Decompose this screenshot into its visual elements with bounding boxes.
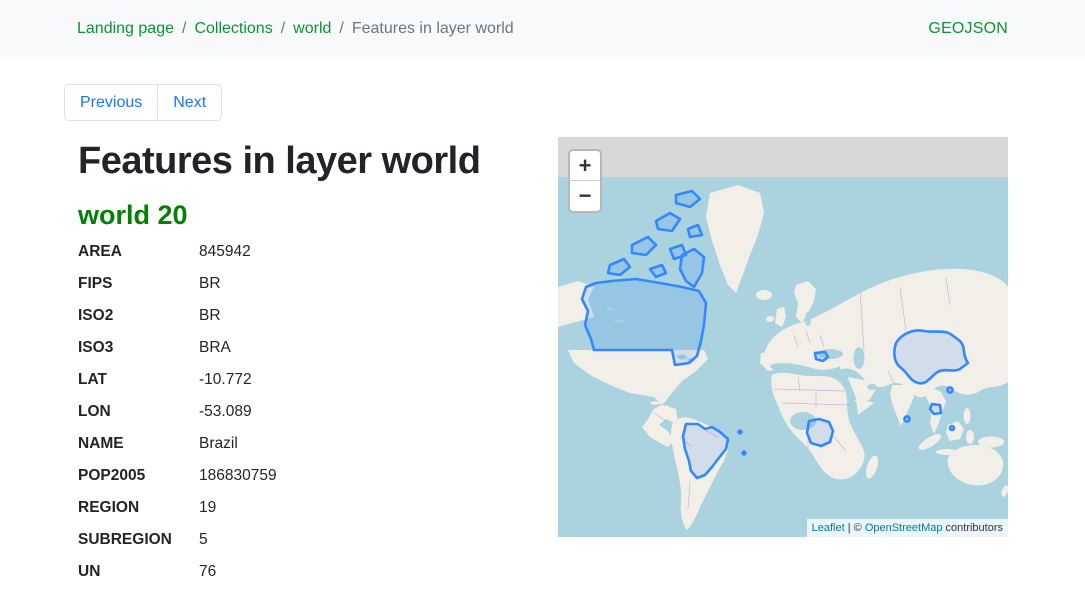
breadcrumb-collections[interactable]: Collections — [194, 20, 272, 38]
table-row: FIPSBR — [78, 275, 528, 307]
property-value: 5 — [199, 531, 208, 549]
breadcrumb: Landing page / Collections / world / Fea… — [77, 20, 514, 38]
property-label: POP2005 — [78, 467, 199, 485]
breadcrumb-current-page: Features in layer world — [352, 20, 514, 38]
table-row: LAT-10.772 — [78, 371, 528, 403]
property-label: NAME — [78, 435, 199, 453]
property-label: ISO3 — [78, 339, 199, 357]
table-row: ISO3BRA — [78, 339, 528, 371]
table-row: POP2005186830759 — [78, 467, 528, 499]
openstreetmap-link[interactable]: OpenStreetMap — [865, 522, 943, 534]
property-label: LON — [78, 403, 199, 421]
map-zoom-control: + − — [568, 149, 602, 213]
breadcrumb-separator: / — [182, 20, 186, 38]
page-title: Features in layer world — [78, 140, 528, 182]
feature-id-heading: world 20 — [78, 200, 528, 231]
top-bar: Landing page / Collections / world / Fea… — [0, 0, 1085, 57]
breadcrumb-separator: / — [281, 20, 285, 38]
property-value: -10.772 — [199, 371, 252, 389]
table-row: LON-53.089 — [78, 403, 528, 435]
property-value: 186830759 — [199, 467, 277, 485]
attribution-separator: | — [845, 522, 854, 534]
property-label: LAT — [78, 371, 199, 389]
property-label: FIPS — [78, 275, 199, 293]
property-value: 19 — [199, 499, 216, 517]
property-value: BR — [199, 275, 221, 293]
property-value: BRA — [199, 339, 231, 357]
table-row: AREA845942 — [78, 243, 528, 275]
table-row: REGION19 — [78, 499, 528, 531]
property-value: BR — [199, 307, 221, 325]
feature-properties-table: AREA845942 FIPSBR ISO2BR ISO3BRA LAT-10.… — [78, 243, 528, 595]
map-attribution: Leaflet | © OpenStreetMap contributors — [807, 519, 1008, 537]
property-value: 76 — [199, 563, 216, 581]
property-value: 845942 — [199, 243, 251, 261]
leaflet-link[interactable]: Leaflet — [812, 522, 845, 534]
property-label: SUBREGION — [78, 531, 199, 549]
property-value: -53.089 — [199, 403, 252, 421]
breadcrumb-separator: / — [339, 20, 343, 38]
attribution-suffix: contributors — [942, 522, 1003, 534]
table-row: SUBREGION5 — [78, 531, 528, 563]
table-row: ISO2BR — [78, 307, 528, 339]
previous-button[interactable]: Previous — [64, 84, 158, 121]
next-button[interactable]: Next — [158, 84, 222, 121]
geojson-format-link[interactable]: GEOJSON — [928, 20, 1008, 38]
world-map-tiles — [558, 137, 1008, 537]
table-row: NAMEBrazil — [78, 435, 528, 467]
table-row: UN76 — [78, 563, 528, 595]
property-label: REGION — [78, 499, 199, 517]
feature-pagination: Previous Next — [64, 84, 222, 121]
feature-details-panel: Features in layer world world 20 AREA845… — [78, 140, 528, 595]
property-label: ISO2 — [78, 307, 199, 325]
property-label: UN — [78, 563, 199, 581]
zoom-out-button[interactable]: − — [570, 181, 600, 211]
zoom-in-button[interactable]: + — [570, 151, 600, 181]
breadcrumb-world[interactable]: world — [293, 20, 331, 38]
attribution-copyright: © — [854, 522, 865, 534]
breadcrumb-landing-page[interactable]: Landing page — [77, 20, 174, 38]
leaflet-map[interactable]: + − Leaflet | © OpenStreetMap contributo… — [558, 137, 1008, 537]
property-value: Brazil — [199, 435, 238, 453]
property-label: AREA — [78, 243, 199, 261]
